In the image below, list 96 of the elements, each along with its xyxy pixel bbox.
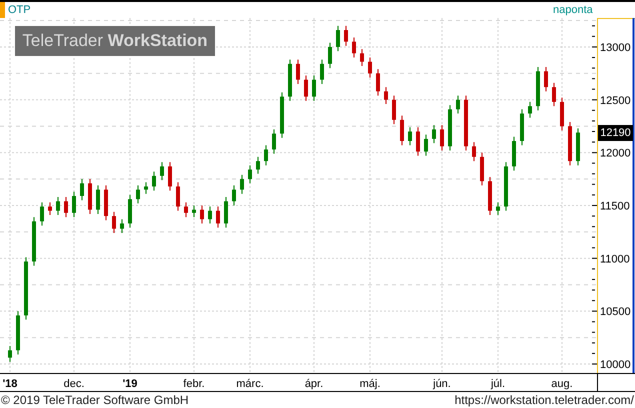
- candlestick: [368, 57, 372, 78]
- candlestick: [168, 162, 172, 192]
- axis-label: 10500: [600, 306, 631, 318]
- website-link[interactable]: https://workstation.teletrader.com/: [454, 393, 634, 407]
- candlestick: [88, 178, 92, 214]
- candlestick: [16, 310, 20, 355]
- candlestick: [344, 25, 348, 46]
- candlestick: [456, 95, 460, 114]
- axis-label: máj.: [360, 378, 380, 390]
- candlestick: [568, 122, 572, 166]
- candlestick: [440, 124, 444, 152]
- candlestick: [392, 95, 396, 125]
- interval-label: naponta: [553, 3, 593, 17]
- axis-label: '18: [2, 378, 18, 390]
- candlestick: [208, 206, 212, 224]
- axis-label: dec.: [64, 378, 84, 390]
- candlestick: [336, 25, 340, 52]
- candlestick: [256, 156, 260, 174]
- axis-label: 13000: [600, 42, 631, 54]
- candlestick: [384, 86, 388, 105]
- candlestick: [328, 42, 332, 69]
- candlestick: [576, 128, 580, 166]
- candlestick: [560, 97, 564, 131]
- candlestick: [432, 124, 436, 144]
- candlestick: [272, 128, 276, 154]
- candlestick: [320, 59, 324, 84]
- candlestick: [360, 48, 364, 66]
- candlestick: [8, 346, 12, 362]
- candlestick: [400, 115, 404, 146]
- axis-label: 11500: [600, 200, 630, 212]
- symbol-label: OTP: [8, 3, 31, 17]
- candlestick: [48, 202, 52, 216]
- candlestick: [520, 108, 524, 146]
- candlestick: [280, 92, 284, 138]
- candlestick: [184, 202, 188, 218]
- candlestick: [56, 196, 60, 216]
- axis-label: júl.: [490, 378, 506, 390]
- copyright-text: © 2019 TeleTrader Software GmbH: [1, 393, 189, 407]
- axis-label: 12500: [600, 94, 631, 107]
- candlestick: [64, 196, 68, 218]
- candlestick: [144, 182, 148, 194]
- axis-label: '19: [122, 378, 138, 390]
- candlestick: [424, 134, 428, 156]
- candlestick: [312, 74, 316, 102]
- candlestick: [72, 191, 76, 218]
- candlestick: [504, 162, 508, 212]
- candlestick: [448, 104, 452, 152]
- candlestick: [128, 194, 132, 228]
- candlestick: [296, 59, 300, 84]
- candlestick: [288, 59, 292, 102]
- axis-label: márc.: [236, 378, 264, 390]
- candlestick: [192, 204, 196, 218]
- candlestick: [40, 202, 44, 226]
- candlestick: [216, 206, 220, 228]
- candlestick: [224, 196, 228, 228]
- axis-label: ápr.: [304, 378, 324, 390]
- last-price-label: 12190: [598, 124, 633, 141]
- candlestick: [176, 182, 180, 212]
- candlestick: [496, 202, 500, 216]
- candlestick: [200, 204, 204, 224]
- candlestick: [376, 68, 380, 96]
- candlestick: [544, 66, 548, 92]
- candlestick: [32, 216, 36, 266]
- candlestick: [528, 101, 532, 118]
- candlestick: [536, 66, 540, 111]
- candlestick: [96, 184, 100, 214]
- candlestick: [488, 176, 492, 216]
- candlestick: [552, 82, 556, 107]
- candlestick: [264, 144, 268, 166]
- logo: TeleTrader WorkStation: [15, 26, 215, 56]
- candlestick: [112, 211, 116, 234]
- candlestick: [248, 164, 252, 184]
- axis-label: 10000: [600, 359, 631, 372]
- candlestick: [416, 126, 420, 156]
- candlestick: [408, 126, 412, 146]
- candlestick: [352, 36, 356, 58]
- candlestick: [464, 95, 468, 152]
- axis-label: aug.: [551, 378, 573, 390]
- candlestick: [104, 184, 108, 221]
- candlestick: [232, 184, 236, 206]
- axis-label: 12000: [600, 148, 631, 160]
- symbol-marker-icon: [0, 2, 5, 18]
- axis-label: jún.: [433, 378, 451, 390]
- axis-label: 11000: [600, 253, 630, 266]
- candlestick: [24, 256, 28, 320]
- candlestick: [240, 174, 244, 194]
- candlestick: [160, 162, 164, 181]
- candlestick: [480, 152, 484, 186]
- candlestick: [512, 136, 516, 172]
- candlestick: [120, 218, 124, 234]
- candlestick: [136, 184, 140, 204]
- candlestick: [472, 142, 476, 162]
- candlestick: [304, 74, 308, 102]
- candlestick: [152, 171, 156, 192]
- candlestick: [80, 178, 84, 201]
- axis-label: febr.: [183, 378, 205, 390]
